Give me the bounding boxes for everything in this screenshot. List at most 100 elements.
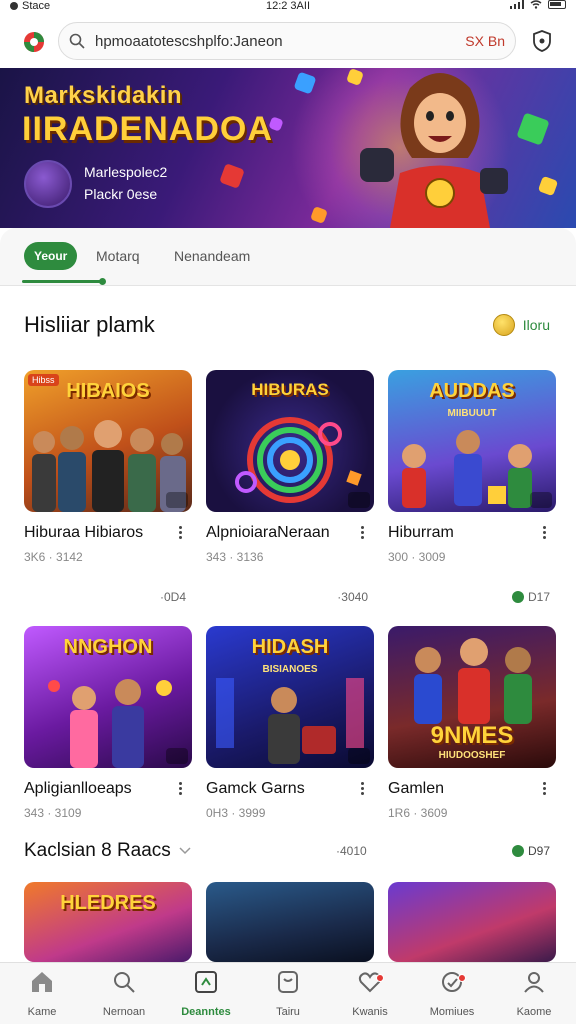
- profile-icon: [524, 972, 544, 993]
- game-meta: 343 · 3136: [206, 550, 264, 564]
- game-card[interactable]: 9NMES HIUDOOSHEF Gamlen 1R6 · 3609: [388, 626, 556, 820]
- chevron-down-icon[interactable]: [179, 847, 191, 855]
- games-icon: [195, 971, 217, 993]
- game-card[interactable]: AUDDAS MIIBUUUT Hiburram 300 · 3009 D17: [388, 370, 556, 604]
- game-title: Hiburram: [388, 524, 454, 541]
- nav-label: Kaome: [516, 1006, 552, 1018]
- game-card[interactable]: HIBAIOS Hibss Hiburaa Hibiaros 3K6 · 314…: [24, 370, 192, 604]
- game-title: Gamlen: [388, 780, 445, 797]
- game-card[interactable]: NNGHON Apligianlloeaps 343 · 3109: [24, 626, 192, 820]
- share-badge: [166, 748, 188, 764]
- gem-icon: [537, 175, 559, 197]
- app-logo-icon[interactable]: [22, 30, 46, 54]
- banner-subtitle-line2: Plackr 0ese: [84, 186, 158, 202]
- address-row: hpmoaatotescshplfo:Janeon SX Bn: [0, 14, 576, 68]
- game-thumbnail[interactable]: HIBAIOS Hibss: [24, 370, 192, 512]
- nav-wishlist[interactable]: Kwanis: [334, 969, 406, 1018]
- battery-icon: [548, 0, 566, 9]
- thumb-title: 9NMES: [430, 722, 514, 749]
- section-see-all-link[interactable]: Iloru: [492, 314, 550, 336]
- game-thumbnail[interactable]: 9NMES HIUDOOSHEF: [388, 626, 556, 768]
- home-icon: [32, 972, 52, 992]
- notification-badge: [376, 974, 384, 982]
- game-meta: 1R6 · 3609: [388, 806, 448, 820]
- more-options-icon[interactable]: [536, 780, 552, 798]
- nav-label: Nernoan: [102, 1006, 146, 1018]
- game-thumbnail[interactable]: [388, 882, 556, 962]
- nav-label: Momiues: [429, 1006, 475, 1018]
- section-link-label: Iloru: [522, 317, 550, 333]
- nav-profile[interactable]: Kaome: [498, 969, 570, 1018]
- game-thumbnail[interactable]: [206, 882, 374, 962]
- nav-home[interactable]: Kame: [6, 969, 78, 1018]
- shield-icon[interactable]: [532, 30, 552, 52]
- wifi-icon: [530, 0, 542, 9]
- price-dot-icon: [511, 845, 524, 857]
- nav-label: Deanntes: [181, 1006, 231, 1018]
- nav-games[interactable]: Deanntes: [170, 969, 242, 1018]
- more-options-icon[interactable]: [172, 780, 188, 798]
- share-badge: [166, 492, 188, 508]
- nav-search[interactable]: Nernoan: [88, 969, 160, 1018]
- signal-icon: [510, 0, 524, 9]
- game-card[interactable]: HIBURAS AlpnioiaraNeraan 343 · 3136 ·304…: [206, 370, 374, 604]
- gem-icon: [219, 163, 245, 189]
- game-card-preview[interactable]: [388, 882, 556, 962]
- game-price: D17: [511, 590, 550, 604]
- tab-yeour[interactable]: Yeour: [24, 242, 78, 270]
- thumb-title: HIBURAS: [251, 380, 329, 399]
- game-card-preview[interactable]: HLEDRES: [24, 882, 192, 962]
- bag-icon: [278, 971, 298, 993]
- section-title: Hisliiar plamk: [24, 312, 155, 337]
- nav-label: Kame: [27, 1006, 57, 1018]
- game-meta: 343 · 3109: [24, 806, 82, 820]
- bell-icon: [442, 972, 462, 992]
- game-meta: 300 · 3009: [388, 550, 446, 564]
- game-thumbnail[interactable]: HIBURAS: [206, 370, 374, 512]
- game-title: Hiburaa Hibiaros: [24, 524, 144, 541]
- more-options-icon[interactable]: [536, 524, 552, 542]
- banner-badge-icon: [24, 160, 72, 208]
- url-action-button[interactable]: SX Bn: [465, 33, 505, 49]
- section2-link[interactable]: D97: [511, 844, 550, 858]
- thumb-title: NNGHON: [63, 636, 153, 658]
- section2-link-label: D97: [527, 844, 550, 858]
- share-badge: [530, 492, 552, 508]
- nav-bag[interactable]: Tairu: [252, 969, 324, 1018]
- more-options-icon[interactable]: [354, 524, 370, 542]
- more-options-icon[interactable]: [354, 780, 370, 798]
- thumb-title: HIDASH: [251, 636, 329, 658]
- coin-icon: [492, 314, 515, 336]
- search-icon: [114, 972, 135, 993]
- game-thumbnail[interactable]: HLEDRES: [24, 882, 192, 962]
- game-thumbnail[interactable]: AUDDAS MIIBUUUT: [388, 370, 556, 512]
- banner-title-line2: IIRADENADOA: [22, 110, 273, 148]
- game-price: ·0D4: [159, 590, 186, 604]
- nav-notifications[interactable]: Momiues: [416, 969, 488, 1018]
- url-bar[interactable]: hpmoaatotescshplfo:Janeon SX Bn: [58, 22, 516, 60]
- search-icon: [69, 33, 85, 49]
- game-thumbnail[interactable]: NNGHON: [24, 626, 192, 768]
- thumb-title: HLEDRES: [60, 892, 156, 914]
- game-card[interactable]: HIDASH BISIANOES Gamck Garns 0H3 · 3999: [206, 626, 374, 820]
- url-text[interactable]: hpmoaatotescshplfo:Janeon: [95, 33, 283, 50]
- thumb-title: AUDDAS: [429, 380, 515, 402]
- game-title: Apligianlloeaps: [24, 780, 132, 797]
- game-meta: 3K6 · 3142: [24, 550, 83, 564]
- characters-illustration: [414, 638, 532, 724]
- section2-header: Kaclsian 8 Raacs: [24, 840, 191, 862]
- tab-nenandeam[interactable]: Nenandeam: [174, 242, 250, 270]
- thumb-subtitle: HIUDOOSHEF: [438, 750, 506, 761]
- game-title: AlpnioiaraNeraan: [206, 524, 330, 541]
- game-title: Gamck Garns: [206, 780, 305, 797]
- share-badge: [348, 748, 370, 764]
- game-card-preview[interactable]: [206, 882, 374, 962]
- corner-badge: Hibss: [28, 374, 59, 386]
- promo-banner[interactable]: Markskidakin IIRADENADOA Marlespolec2 Pl…: [0, 68, 576, 228]
- more-options-icon[interactable]: [172, 524, 188, 542]
- tab-motarq[interactable]: Motarq: [96, 242, 140, 270]
- notification-badge: [458, 974, 466, 982]
- game-thumbnail[interactable]: HIDASH BISIANOES: [206, 626, 374, 768]
- banner-subtitle-line1: Marlespolec2: [84, 164, 168, 180]
- section2-title: Kaclsian 8 Raacs: [24, 840, 171, 861]
